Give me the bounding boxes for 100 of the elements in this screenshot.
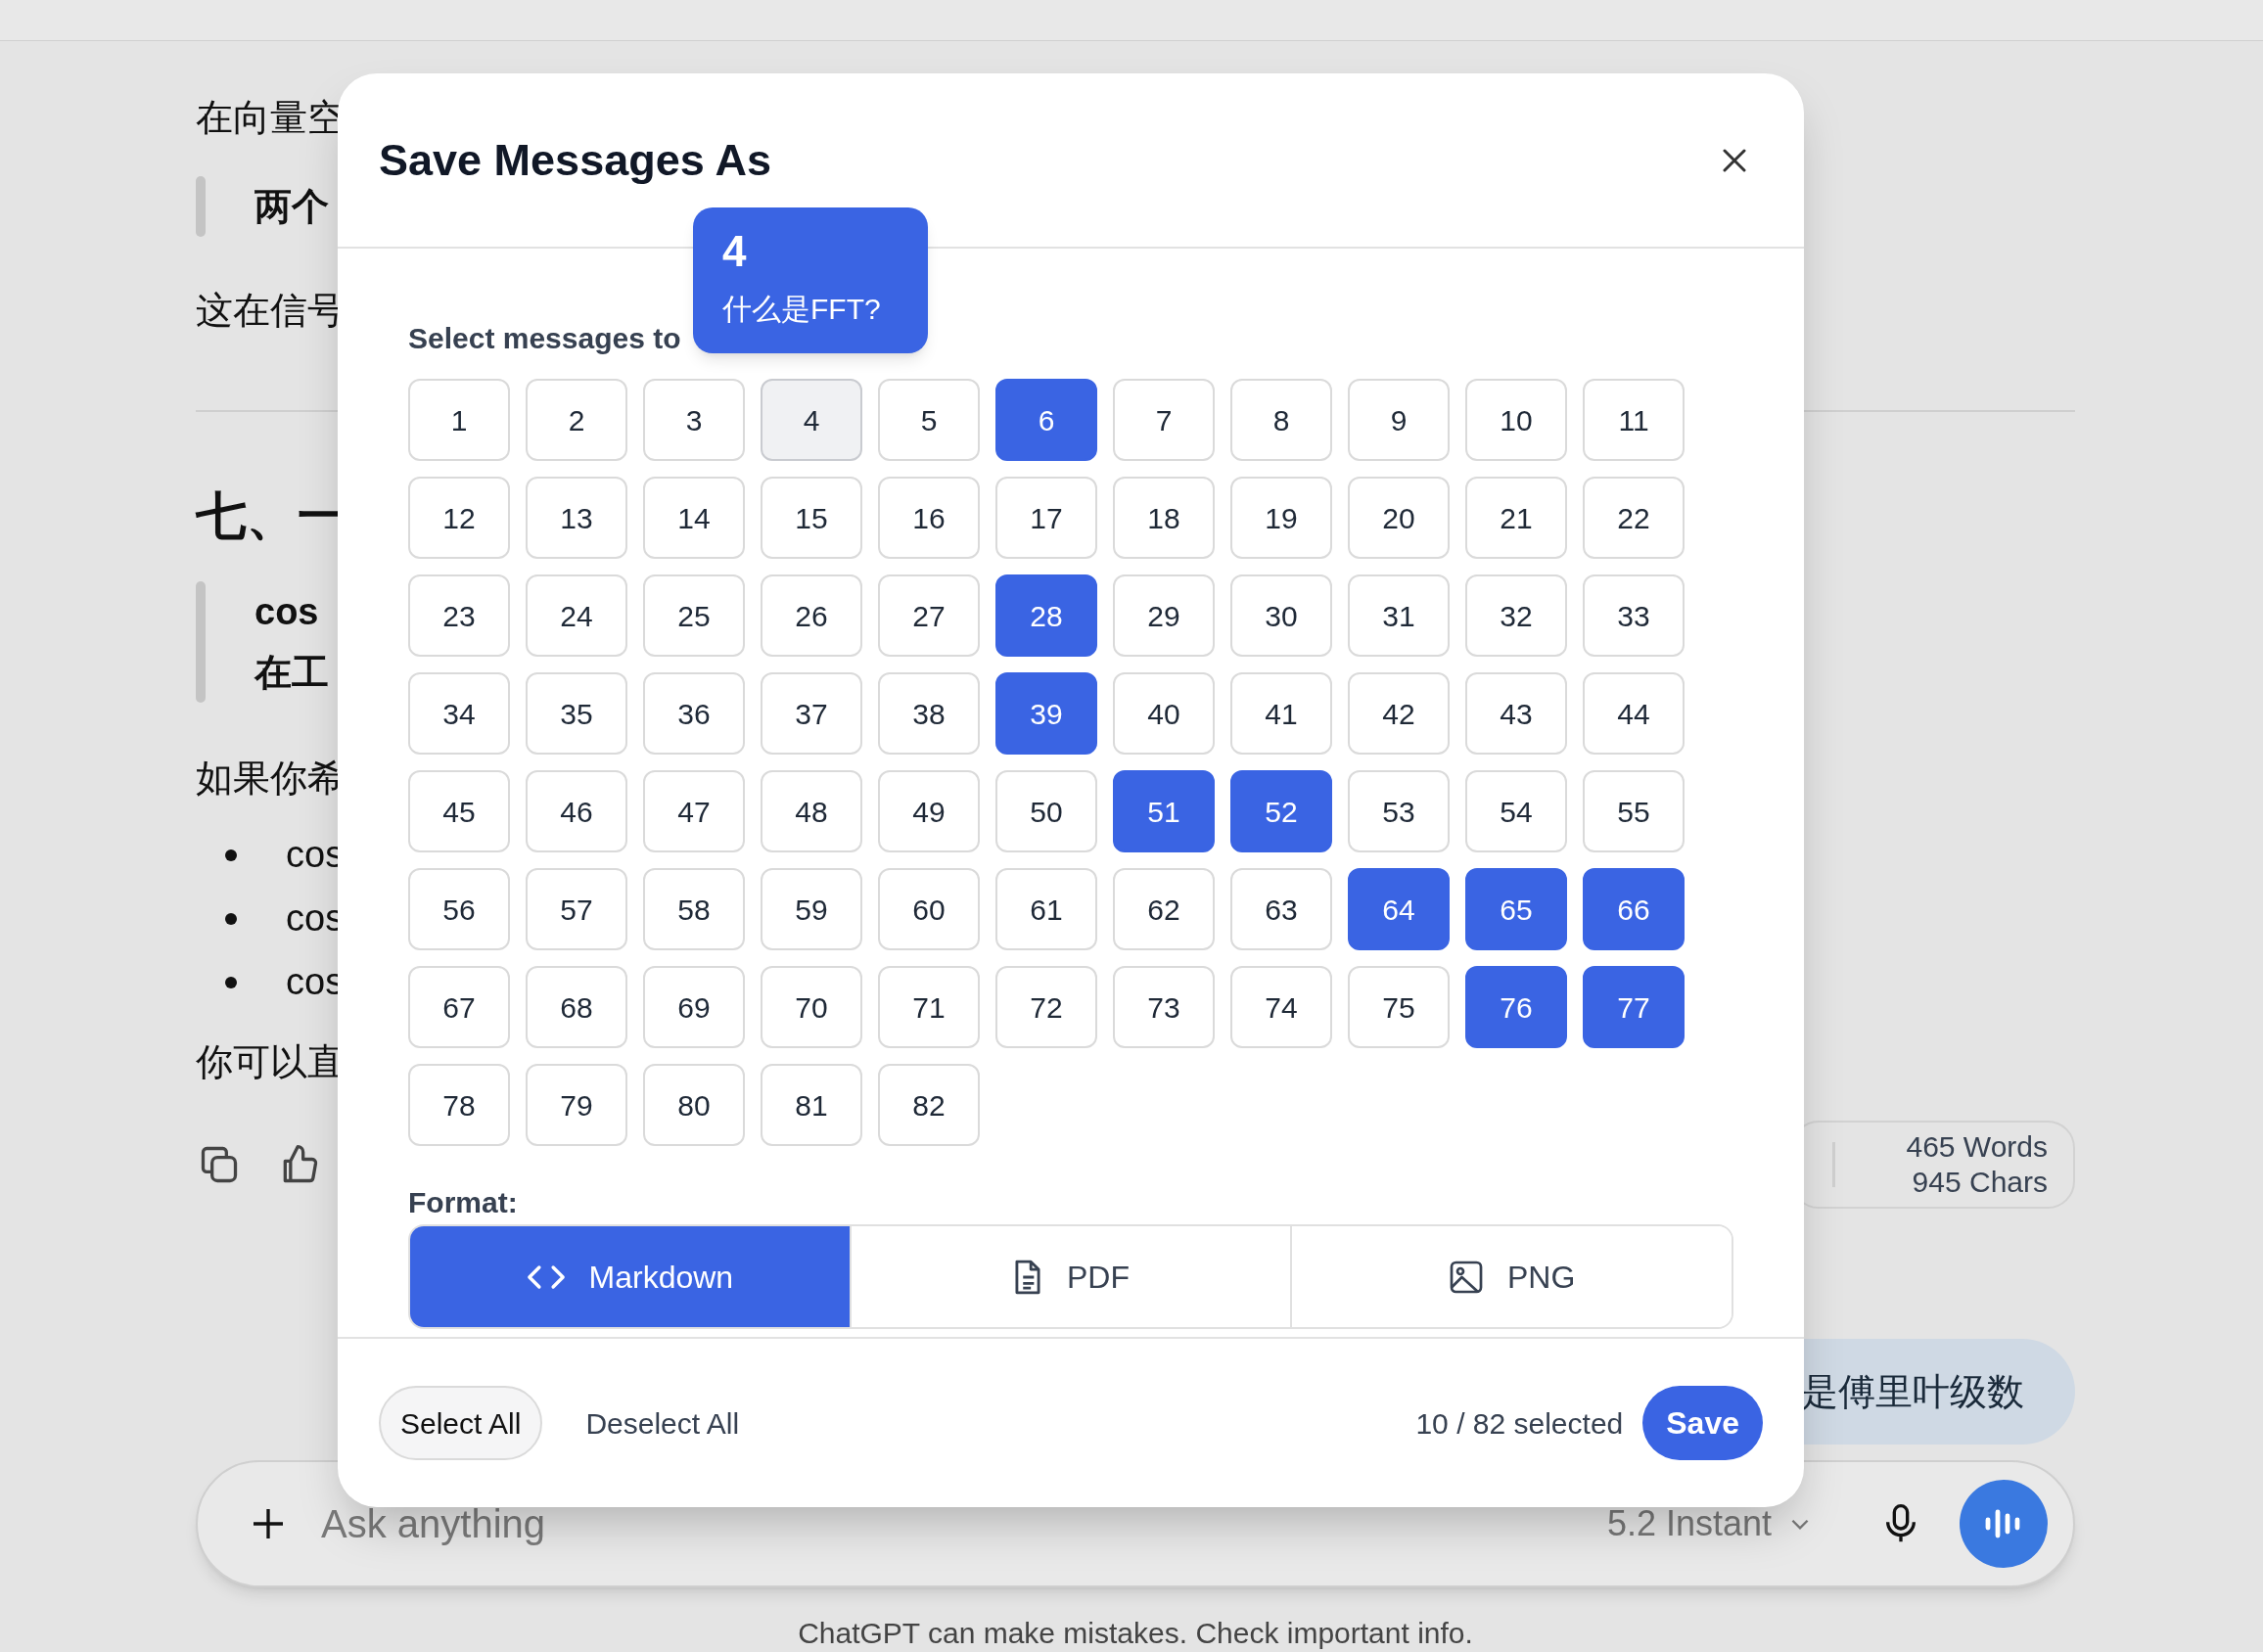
message-number-button[interactable]: 22 xyxy=(1583,477,1685,559)
select-all-button[interactable]: Select All xyxy=(379,1386,543,1460)
message-number-button[interactable]: 65 xyxy=(1465,868,1567,950)
message-number-button[interactable]: 61 xyxy=(995,868,1097,950)
message-number-button[interactable]: 23 xyxy=(408,574,510,657)
message-number-button[interactable]: 47 xyxy=(643,770,745,852)
image-icon xyxy=(1449,1259,1484,1295)
message-number-button[interactable]: 68 xyxy=(526,966,627,1048)
message-number-button[interactable]: 18 xyxy=(1113,477,1215,559)
message-number-button[interactable]: 42 xyxy=(1348,672,1450,755)
save-button[interactable]: Save xyxy=(1642,1386,1763,1460)
message-number-button[interactable]: 25 xyxy=(643,574,745,657)
message-number-button[interactable]: 38 xyxy=(878,672,980,755)
message-number-button[interactable]: 14 xyxy=(643,477,745,559)
message-number-button[interactable]: 4 xyxy=(761,379,862,461)
message-number-button[interactable]: 39 xyxy=(995,672,1097,755)
message-number-button[interactable]: 31 xyxy=(1348,574,1450,657)
message-number-button[interactable]: 13 xyxy=(526,477,627,559)
message-number-button[interactable]: 66 xyxy=(1583,868,1685,950)
char-count: 945 Chars xyxy=(1912,1165,2048,1200)
message-number-button[interactable]: 50 xyxy=(995,770,1097,852)
message-number-button[interactable]: 44 xyxy=(1583,672,1685,755)
message-number-button[interactable]: 80 xyxy=(643,1064,745,1146)
selection-count: 10 / 82 selected xyxy=(1415,1405,1624,1442)
quote-text: cos xyxy=(254,590,320,634)
message-number-button[interactable]: 75 xyxy=(1348,966,1450,1048)
message-number-button[interactable]: 9 xyxy=(1348,379,1450,461)
message-number-button[interactable]: 34 xyxy=(408,672,510,755)
message-number-button[interactable]: 24 xyxy=(526,574,627,657)
message-number-button[interactable]: 28 xyxy=(995,574,1097,657)
message-number-button[interactable]: 77 xyxy=(1583,966,1685,1048)
message-number-button[interactable]: 56 xyxy=(408,868,510,950)
message-number-button[interactable]: 33 xyxy=(1583,574,1685,657)
model-selector[interactable]: 5.2 Instant xyxy=(1606,1497,1813,1550)
message-number-button[interactable]: 30 xyxy=(1230,574,1332,657)
message-number-button[interactable]: 11 xyxy=(1583,379,1685,461)
quote-text: 两个 xyxy=(254,185,329,229)
message-number-button[interactable]: 15 xyxy=(761,477,862,559)
message-input[interactable]: Ask anything xyxy=(321,1494,1607,1553)
format-option[interactable]: PNG xyxy=(1290,1226,1732,1327)
quote-bar xyxy=(196,176,206,237)
message-number-button[interactable]: 52 xyxy=(1230,770,1332,852)
message-number-button[interactable]: 12 xyxy=(408,477,510,559)
message-number-button[interactable]: 59 xyxy=(761,868,862,950)
message-number-button[interactable]: 32 xyxy=(1465,574,1567,657)
message-number-button[interactable]: 51 xyxy=(1113,770,1215,852)
message-number-button[interactable]: 73 xyxy=(1113,966,1215,1048)
message-number-button[interactable]: 53 xyxy=(1348,770,1450,852)
message-number-button[interactable]: 21 xyxy=(1465,477,1567,559)
message-number-button[interactable]: 69 xyxy=(643,966,745,1048)
message-number-button[interactable]: 46 xyxy=(526,770,627,852)
message-number-button[interactable]: 49 xyxy=(878,770,980,852)
message-number-button[interactable]: 78 xyxy=(408,1064,510,1146)
message-number-button[interactable]: 40 xyxy=(1113,672,1215,755)
message-number-button[interactable]: 41 xyxy=(1230,672,1332,755)
message-number-button[interactable]: 55 xyxy=(1583,770,1685,852)
paragraph-text: 这在信号 xyxy=(196,289,345,333)
message-number-button[interactable]: 1 xyxy=(408,379,510,461)
message-number-button[interactable]: 19 xyxy=(1230,477,1332,559)
message-number-button[interactable]: 43 xyxy=(1465,672,1567,755)
message-number-button[interactable]: 70 xyxy=(761,966,862,1048)
message-number-button[interactable]: 17 xyxy=(995,477,1097,559)
message-number-button[interactable]: 79 xyxy=(526,1064,627,1146)
message-number-button[interactable]: 81 xyxy=(761,1064,862,1146)
message-number-button[interactable]: 48 xyxy=(761,770,862,852)
message-number-button[interactable]: 37 xyxy=(761,672,862,755)
format-option[interactable]: Markdown xyxy=(410,1226,850,1327)
message-number-button[interactable]: 36 xyxy=(643,672,745,755)
message-number-button[interactable]: 29 xyxy=(1113,574,1215,657)
message-number-button[interactable]: 57 xyxy=(526,868,627,950)
message-number-button[interactable]: 2 xyxy=(526,379,627,461)
message-number-button[interactable]: 16 xyxy=(878,477,980,559)
message-number-button[interactable]: 64 xyxy=(1348,868,1450,950)
message-number-button[interactable]: 76 xyxy=(1465,966,1567,1048)
message-number-button[interactable]: 6 xyxy=(995,379,1097,461)
document-icon xyxy=(1012,1258,1043,1296)
disclaimer-text: ChatGPT can make mistakes. Check important info. xyxy=(797,1616,1474,1651)
message-number-button[interactable]: 58 xyxy=(643,868,745,950)
message-number-button[interactable]: 26 xyxy=(761,574,862,657)
message-number-button[interactable]: 74 xyxy=(1230,966,1332,1048)
message-number-button[interactable]: 63 xyxy=(1230,868,1332,950)
message-number-button[interactable]: 62 xyxy=(1113,868,1215,950)
message-number-button[interactable]: 45 xyxy=(408,770,510,852)
message-number-button[interactable]: 8 xyxy=(1230,379,1332,461)
message-number-button[interactable]: 20 xyxy=(1348,477,1450,559)
message-number-button[interactable]: 60 xyxy=(878,868,980,950)
message-number-button[interactable]: 10 xyxy=(1465,379,1567,461)
message-number-button[interactable]: 35 xyxy=(526,672,627,755)
message-number-button[interactable]: 71 xyxy=(878,966,980,1048)
message-number-button[interactable]: 82 xyxy=(878,1064,980,1146)
message-number-button[interactable]: 5 xyxy=(878,379,980,461)
message-number-button[interactable]: 7 xyxy=(1113,379,1215,461)
message-number-button[interactable]: 72 xyxy=(995,966,1097,1048)
message-number-button[interactable]: 3 xyxy=(643,379,745,461)
message-number-button[interactable]: 54 xyxy=(1465,770,1567,852)
message-number-button[interactable]: 67 xyxy=(408,966,510,1048)
tooltip-text: 什么是FFT? xyxy=(722,292,882,327)
deselect-all-button[interactable]: Deselect All xyxy=(570,1386,756,1460)
tooltip-number: 4 xyxy=(722,226,748,277)
message-number-button[interactable]: 27 xyxy=(878,574,980,657)
